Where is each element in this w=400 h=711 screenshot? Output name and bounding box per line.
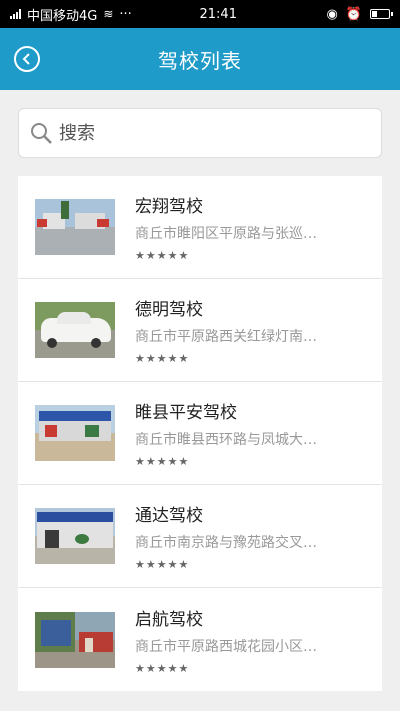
school-address: 商丘市平原路西关红绿灯南… [135, 329, 317, 345]
battery-icon [370, 9, 393, 19]
rating-stars: ★★★★★ [135, 558, 190, 571]
school-thumbnail [35, 199, 115, 255]
school-list: 宏翔驾校 商丘市睢阳区平原路与张巡… ★★★★★ 德明驾校 商丘市平原路西关红绿… [18, 176, 382, 691]
status-bar: 中国移动4G ≋ ··· 21:41 ◉ ⏰ [0, 0, 400, 28]
wifi-icon: ≋ [103, 7, 114, 21]
more-icon: ··· [119, 6, 132, 22]
school-name: 通达驾校 [135, 506, 203, 526]
carrier-label: 中国移动4G [27, 8, 98, 24]
list-item[interactable]: 宏翔驾校 商丘市睢阳区平原路与张巡… ★★★★★ [18, 176, 382, 279]
chevron-left-icon [22, 53, 30, 65]
school-address: 商丘市南京路与豫苑路交叉… [135, 535, 317, 551]
signal-icon [10, 9, 21, 19]
list-item[interactable]: 启航驾校 商丘市平原路西城花园小区… ★★★★★ [18, 588, 382, 691]
page-title: 驾校列表 [158, 48, 242, 73]
status-left: 中国移动4G ≋ ··· [10, 5, 170, 24]
alarm-icon: ⏰ [345, 6, 362, 22]
rating-stars: ★★★★★ [135, 352, 190, 365]
status-right: ◉ ⏰ [326, 6, 393, 22]
school-name: 启航驾校 [135, 609, 203, 630]
search-box[interactable] [18, 108, 382, 158]
search-input[interactable] [59, 122, 359, 144]
search-icon [31, 123, 52, 144]
nav-bar: 驾校列表 [0, 28, 400, 90]
list-item[interactable]: 睢县平安驾校 商丘市睢县西环路与凤城大… ★★★★★ [18, 382, 382, 485]
back-button[interactable] [14, 46, 40, 72]
school-thumbnail [35, 611, 115, 668]
rating-stars: ★★★★★ [135, 455, 190, 468]
school-name: 德明驾校 [135, 300, 203, 320]
status-time: 21:41 [199, 6, 237, 22]
list-item[interactable]: 德明驾校 商丘市平原路西关红绿灯南… ★★★★★ [18, 279, 382, 382]
school-name: 睢县平安驾校 [135, 403, 237, 423]
rating-stars: ★★★★★ [135, 249, 190, 262]
school-thumbnail [35, 405, 115, 461]
school-thumbnail [35, 508, 115, 564]
list-item[interactable]: 通达驾校 商丘市南京路与豫苑路交叉… ★★★★★ [18, 485, 382, 588]
location-icon: ◉ [326, 6, 338, 22]
school-address: 商丘市睢县西环路与凤城大… [135, 432, 317, 448]
school-name: 宏翔驾校 [135, 197, 203, 217]
rating-stars: ★★★★★ [135, 661, 190, 675]
school-address: 商丘市睢阳区平原路与张巡… [135, 226, 317, 242]
school-thumbnail [35, 302, 115, 358]
school-address: 商丘市平原路西城花园小区… [135, 638, 317, 655]
